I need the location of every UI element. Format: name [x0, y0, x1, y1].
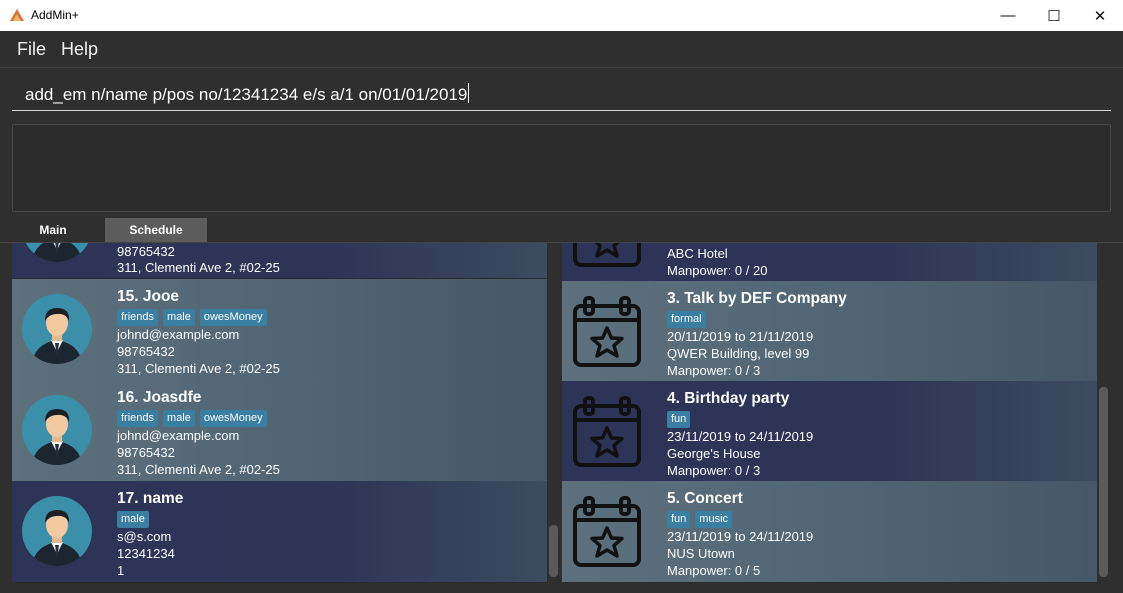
employee-name: 16. Joasdfe: [117, 389, 202, 406]
employee-card[interactable]: 16. Joasdfe friends male owesMoney johnd…: [12, 380, 547, 481]
command-input-value: add_em n/name p/pos no/12341234 e/s a/1 …: [25, 85, 468, 104]
employee-address: 1: [117, 563, 125, 578]
menu-help[interactable]: Help: [61, 39, 98, 60]
employee-phone: 98765432: [117, 344, 175, 359]
tag: male: [163, 309, 195, 326]
menu-bar: File Help: [0, 31, 1123, 68]
event-tags: fun: [667, 411, 691, 428]
calendar-star-icon: [572, 496, 642, 568]
command-box[interactable]: add_em n/name p/pos no/12341234 e/s a/1 …: [0, 68, 1123, 118]
event-manpower: Manpower: 0 / 3: [667, 363, 761, 378]
employee-card[interactable]: 17. name male s@s.com 12341234 1: [12, 481, 547, 582]
event-dates: 23/11/2019 to 24/11/2019: [667, 529, 814, 544]
employee-list[interactable]: 98765432 311, Clementi Ave 2, #02-25 15.…: [12, 243, 548, 583]
event-title: 4. Birthday party: [667, 390, 790, 407]
minimize-button[interactable]: —: [985, 0, 1031, 31]
event-title: 5. Concert: [667, 490, 743, 507]
employee-name: 17. name: [117, 490, 184, 507]
event-manpower: Manpower: 0 / 3: [667, 463, 761, 478]
person-avatar-icon: [22, 496, 92, 566]
employee-phone: 12341234: [117, 546, 175, 561]
event-card-partial[interactable]: ABC Hotel Manpower: 0 / 20: [562, 243, 1097, 282]
event-list-scrollbar[interactable]: [1099, 387, 1108, 577]
event-venue: George's House: [667, 446, 761, 461]
employee-email: johnd@example.com: [117, 428, 240, 443]
person-avatar-icon: [22, 294, 92, 364]
tag: male: [163, 410, 195, 427]
event-venue: ABC Hotel: [667, 246, 728, 261]
menu-file[interactable]: File: [17, 39, 46, 60]
employee-phone: 98765432: [117, 445, 175, 460]
employee-list-scrollbar[interactable]: [549, 525, 558, 577]
employee-tags: friends male owesMoney: [117, 309, 267, 326]
event-tags: fun music: [667, 511, 733, 528]
app-logo-icon: [10, 9, 24, 21]
employee-tags: male: [117, 511, 149, 528]
tab-main[interactable]: Main: [2, 218, 104, 242]
tag: owesMoney: [199, 309, 267, 326]
result-display[interactable]: [12, 124, 1111, 212]
event-card[interactable]: 5. Concert fun music 23/11/2019 to 24/11…: [562, 481, 1097, 582]
tag: formal: [667, 311, 706, 328]
employee-name: 15. Jooe: [117, 288, 180, 305]
event-dates: 20/11/2019 to 21/11/2019: [667, 329, 814, 344]
calendar-star-icon: [572, 243, 642, 268]
command-input[interactable]: add_em n/name p/pos no/12341234 e/s a/1 …: [25, 83, 470, 105]
event-venue: QWER Building, level 99: [667, 346, 810, 361]
tag: owesMoney: [199, 410, 267, 427]
employee-phone: 98765432: [117, 244, 175, 259]
employee-address: 311, Clementi Ave 2, #02-25: [117, 462, 280, 477]
tag: friends: [117, 309, 159, 326]
event-card[interactable]: 4. Birthday party fun 23/11/2019 to 24/1…: [562, 381, 1097, 482]
event-manpower: Manpower: 0 / 5: [667, 563, 761, 578]
command-underline: [12, 110, 1111, 111]
event-list[interactable]: ABC Hotel Manpower: 0 / 20 3. Talk by DE…: [562, 243, 1097, 583]
tab-schedule[interactable]: Schedule: [105, 218, 207, 242]
employee-email: johnd@example.com: [117, 327, 240, 342]
calendar-star-icon: [572, 296, 642, 368]
title-bar: AddMin+ — ☐ ✕: [0, 0, 1123, 31]
window-title: AddMin+: [31, 8, 79, 22]
event-card[interactable]: 3. Talk by DEF Company formal 20/11/2019…: [562, 281, 1097, 382]
person-avatar-icon: [22, 395, 92, 465]
person-avatar-icon: [22, 243, 92, 262]
event-manpower: Manpower: 0 / 20: [667, 263, 768, 278]
minimize-icon: —: [1000, 7, 1016, 24]
close-button[interactable]: ✕: [1077, 0, 1123, 31]
tag: fun: [667, 511, 691, 528]
employee-email: s@s.com: [117, 529, 172, 544]
tag: music: [695, 511, 733, 528]
event-dates: 23/11/2019 to 24/11/2019: [667, 429, 814, 444]
event-title: 3. Talk by DEF Company: [667, 290, 847, 307]
employee-tags: friends male owesMoney: [117, 410, 267, 427]
text-caret: [468, 83, 470, 103]
close-icon: ✕: [1093, 7, 1107, 25]
maximize-button[interactable]: ☐: [1031, 0, 1077, 31]
employee-address: 311, Clementi Ave 2, #02-25: [117, 361, 280, 376]
event-tags: formal: [667, 311, 706, 328]
maximize-icon: ☐: [1047, 7, 1061, 25]
event-venue: NUS Utown: [667, 546, 735, 561]
employee-card[interactable]: 15. Jooe friends male owesMoney johnd@ex…: [12, 279, 547, 380]
tab-bar: Main Schedule: [0, 217, 1123, 243]
tag: male: [117, 511, 149, 528]
tag: friends: [117, 410, 159, 427]
calendar-star-icon: [572, 396, 642, 468]
employee-card-partial[interactable]: 98765432 311, Clementi Ave 2, #02-25: [12, 243, 547, 278]
employee-address: 311, Clementi Ave 2, #02-25: [117, 260, 280, 275]
tag: fun: [667, 411, 691, 428]
